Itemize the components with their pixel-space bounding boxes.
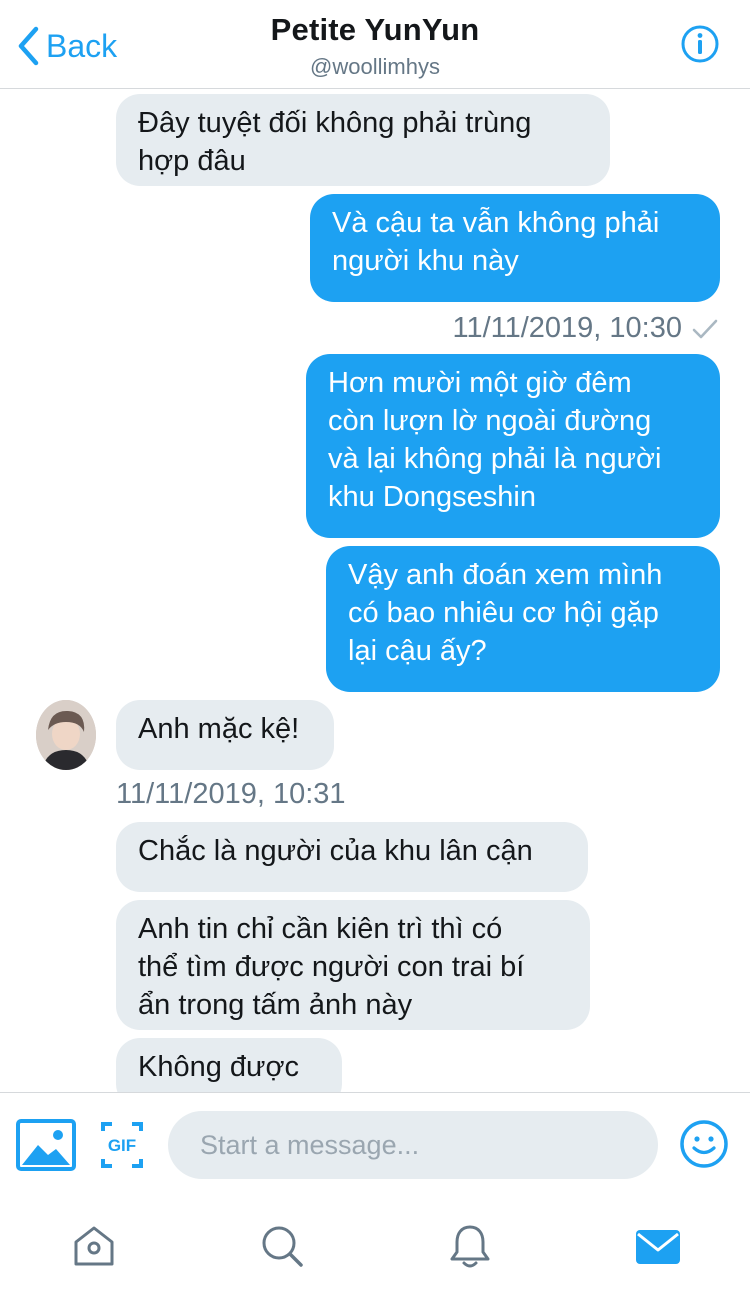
gif-icon[interactable]: GIF: [100, 1121, 144, 1169]
image-icon[interactable]: [16, 1119, 76, 1171]
avatar[interactable]: [36, 700, 96, 770]
conversation-header: Back Petite YunYun @woollimhys: [0, 0, 750, 89]
message-bubble-incoming[interactable]: Anh tin chỉ cần kiên trì thì có thể tìm …: [116, 900, 590, 1030]
avatar-photo: [36, 700, 96, 770]
svg-text:GIF: GIF: [108, 1136, 136, 1155]
home-icon[interactable]: [70, 1222, 118, 1270]
bell-icon[interactable]: [446, 1222, 494, 1270]
mail-icon[interactable]: [634, 1222, 682, 1270]
message-composer: GIF: [0, 1092, 750, 1199]
conversation-title-block: Petite YunYun @woollimhys: [0, 12, 750, 80]
timestamp-row: 11/11/2019, 10:30: [452, 312, 718, 345]
message-bubble-outgoing[interactable]: Hơn mười một giờ đêm còn lượn lờ ngoài đ…: [306, 354, 720, 538]
message-bubble-incoming[interactable]: Anh mặc kệ!: [116, 700, 334, 770]
user-handle: @woollimhys: [310, 54, 440, 79]
message-thread[interactable]: Đây tuyệt đối không phải trùng hợp đâu V…: [0, 88, 750, 1092]
bottom-tab-bar: [0, 1198, 750, 1295]
smiley-icon[interactable]: [679, 1119, 729, 1169]
message-timestamp: 11/11/2019, 10:31: [116, 778, 346, 810]
message-bubble-incoming[interactable]: Không được: [116, 1038, 342, 1092]
message-bubble-incoming[interactable]: Đây tuyệt đối không phải trùng hợp đâu: [116, 94, 610, 186]
search-icon[interactable]: [258, 1222, 306, 1270]
message-bubble-outgoing[interactable]: Vậy anh đoán xem mình có bao nhiêu cơ hộ…: [326, 546, 720, 692]
message-input[interactable]: [168, 1111, 658, 1179]
info-icon[interactable]: [680, 24, 720, 64]
checkmark-icon: [692, 319, 718, 338]
message-bubble-outgoing[interactable]: Và cậu ta vẫn không phải người khu này: [310, 194, 720, 302]
page-title: Petite YunYun: [270, 12, 480, 47]
message-bubble-incoming[interactable]: Chắc là người của khu lân cận: [116, 822, 588, 892]
message-timestamp: 11/11/2019, 10:30: [452, 312, 682, 344]
